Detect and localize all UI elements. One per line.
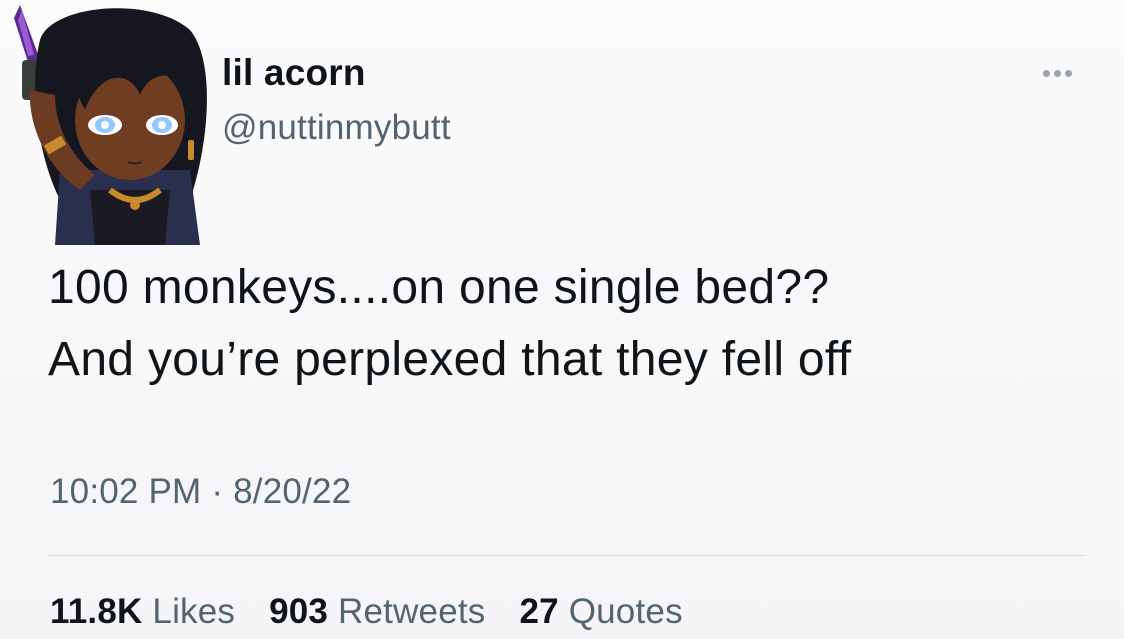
more-horizontal-icon: [1042, 69, 1050, 77]
likes-label: Likes: [152, 592, 236, 631]
retweets-count: 903: [269, 592, 329, 631]
retweets-label: Retweets: [338, 592, 486, 631]
tweet-text: 100 monkeys....on one single bed?? And y…: [48, 252, 1108, 396]
likes-stat[interactable]: 11.8K Likes: [50, 592, 235, 632]
retweets-stat[interactable]: 903 Retweets: [269, 592, 485, 632]
tweet-card: lil acorn @nuttinmybutt 100 monkeys....o…: [0, 0, 1124, 639]
tweet-stats: 11.8K Likes 903 Retweets 27 Quotes: [50, 592, 707, 632]
user-handle[interactable]: @nuttinmybutt: [222, 108, 451, 148]
quotes-stat[interactable]: 27 Quotes: [519, 592, 682, 632]
likes-count: 11.8K: [50, 592, 143, 631]
divider: [48, 555, 1084, 556]
more-options-button[interactable]: [1034, 58, 1080, 88]
quotes-label: Quotes: [568, 592, 683, 631]
tweet-timestamp[interactable]: 10:02 PM · 8/20/22: [50, 472, 351, 512]
tweet-text-line: And you’re perplexed that they fell off: [48, 333, 852, 386]
quotes-count: 27: [519, 592, 559, 631]
tweet-text-line: 100 monkeys....on one single bed??: [48, 261, 830, 314]
avatar[interactable]: [0, 0, 225, 250]
display-name[interactable]: lil acorn: [222, 52, 366, 94]
